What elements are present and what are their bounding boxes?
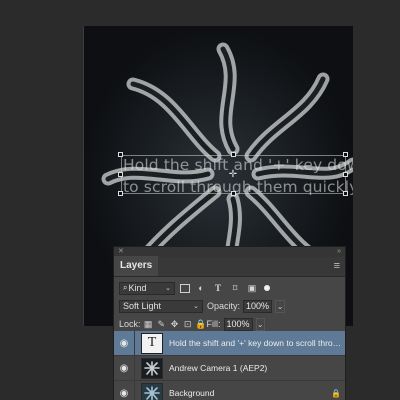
opacity-label: Opacity: [207,301,241,311]
transform-handle-bottom-right[interactable] [343,191,348,196]
layers-list: ◉ T Hold the shift and '+' key down to s… [114,330,345,400]
divider [134,330,135,356]
layer-name: Hold the shift and '+' key down to scrol… [169,338,345,348]
fill-label: Fill: [206,319,221,329]
layer-row-image[interactable]: ◉ Andrew Camera 1 (AEP2) [114,355,345,381]
collapse-panel-icon[interactable]: » [337,248,341,256]
transform-handle-top-right[interactable] [343,152,348,157]
transform-handle-top-left[interactable] [118,152,123,157]
filter-shape-icon[interactable]: ⌑ [229,282,241,294]
blend-mode-select[interactable]: Soft Light ⌄ [119,299,203,313]
panel-menu-icon[interactable]: ≡ [334,260,345,276]
flower-thumbnail-icon [144,385,160,400]
visibility-eye-icon[interactable]: ◉ [114,388,134,399]
chevron-down-icon: ⌄ [193,303,199,310]
filter-kind-label: Kind [128,283,147,293]
filter-smart-object-icon[interactable]: ▣ [246,282,258,294]
filter-type-icon[interactable]: T [212,282,224,294]
transform-handle-top-center[interactable] [231,152,236,157]
transform-handle-middle-left[interactable] [118,172,123,177]
lock-all-icon[interactable]: 🔒 [195,319,206,330]
divider [134,380,135,400]
transform-handle-bottom-left[interactable] [118,191,123,196]
lock-artboard-icon[interactable]: ⊡ [182,319,193,330]
blend-mode-value: Soft Light [123,301,162,311]
filter-toggle-icon[interactable] [264,285,270,291]
filter-kind-select[interactable]: ⌕ Kind ⌄ [119,281,175,295]
lock-position-icon[interactable]: ✥ [169,319,180,330]
opacity-input[interactable]: 100% [243,299,273,313]
type-layer-thumbnail-icon: T [141,332,163,354]
layer-row-background[interactable]: ◉ Background 🔒 [114,380,345,400]
filter-pixel-icon[interactable] [180,283,190,293]
search-icon: ⌕ [123,283,128,292]
visibility-eye-icon[interactable]: ◉ [114,338,134,349]
tab-layers[interactable]: Layers [114,256,159,276]
layer-lock-icon: 🔒 [331,388,341,398]
image-layer-thumbnail [141,357,163,379]
reference-point-icon[interactable]: ✛ [228,170,238,180]
close-panel-icon[interactable]: ✕ [118,248,124,256]
fill-dropdown-icon[interactable]: ⌄ [255,317,265,331]
background-thumbnail [141,382,163,400]
transform-handle-middle-right[interactable] [343,172,348,177]
canvas-edge [83,26,84,326]
divider [134,355,135,381]
lock-label: Lock: [119,319,141,329]
panel-tabbar: Layers ≡ [114,256,345,277]
chevron-down-icon: ⌄ [165,285,171,292]
layers-panel: ✕ » Layers ≡ ⌕ Kind ⌄ ◐ T ⌑ ▣ Soft Light… [113,246,346,400]
layer-name: Andrew Camera 1 (AEP2) [169,363,268,373]
layer-row-type[interactable]: ◉ T Hold the shift and '+' key down to s… [114,330,345,356]
blend-row: Soft Light ⌄ Opacity: 100% ⌄ [114,297,345,315]
filter-adjustment-icon[interactable]: ◐ [195,282,207,294]
lock-pixels-icon[interactable]: ✎ [156,319,167,330]
visibility-eye-icon[interactable]: ◉ [114,363,134,374]
lock-transparent-icon[interactable]: ▦ [143,319,154,330]
layer-name: Background [169,388,215,398]
filter-row: ⌕ Kind ⌄ ◐ T ⌑ ▣ [114,279,345,297]
fill-input[interactable]: 100% [223,317,253,331]
flower-thumbnail-icon [144,360,160,376]
opacity-dropdown-icon[interactable]: ⌄ [275,299,286,313]
transform-handle-bottom-center[interactable] [231,191,236,196]
